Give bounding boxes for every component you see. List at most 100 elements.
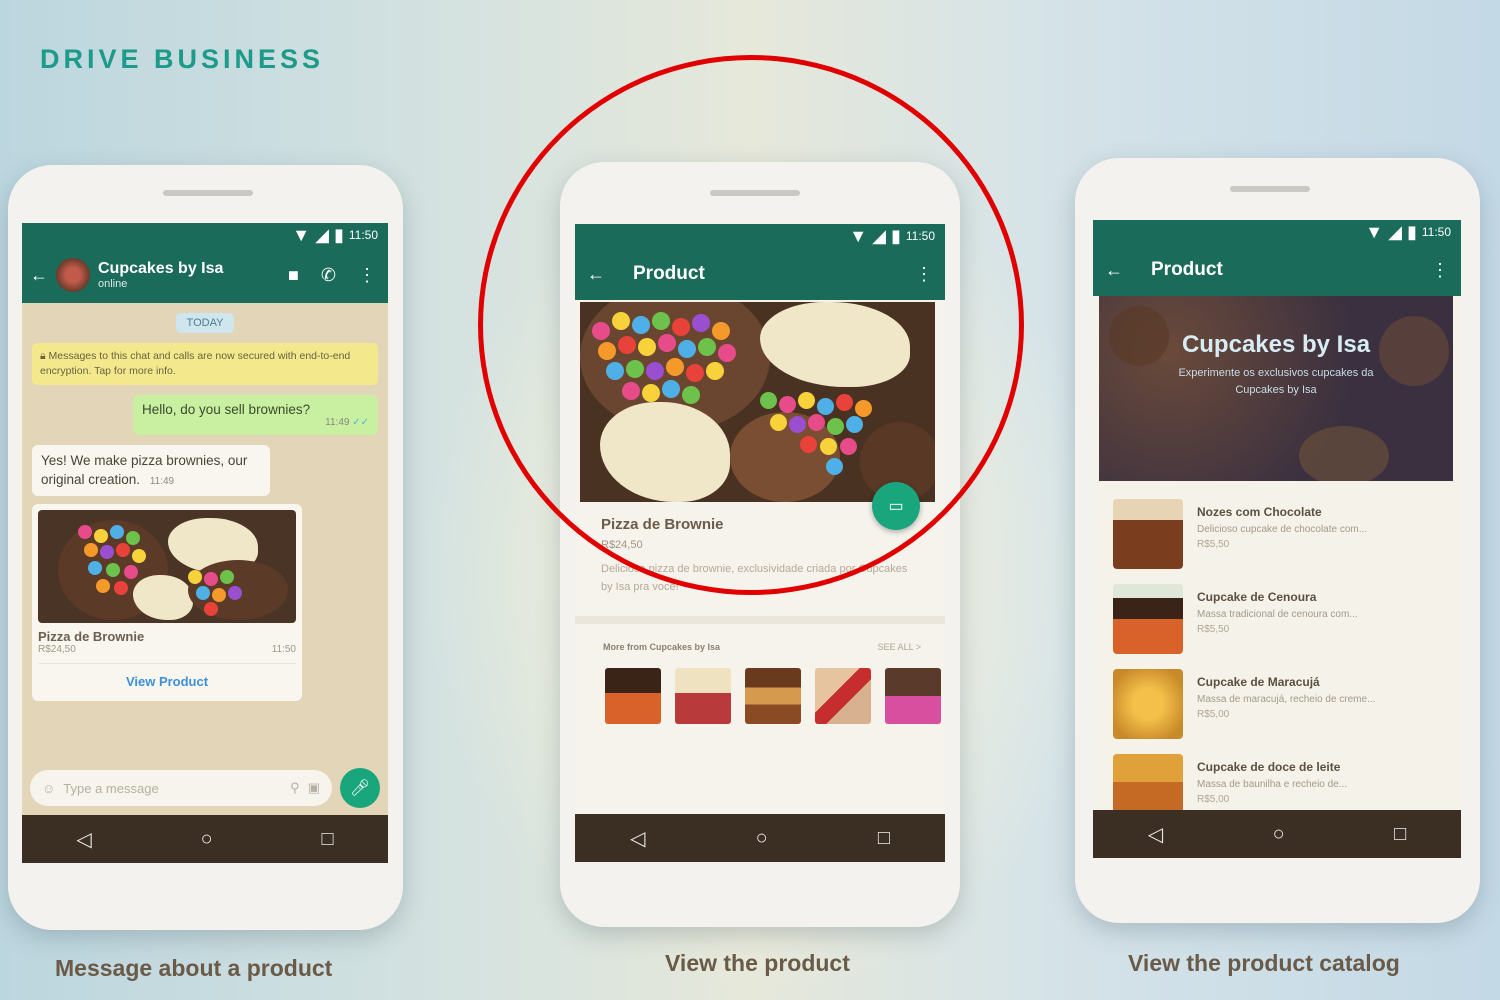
divider bbox=[575, 616, 945, 625]
nav-home-icon[interactable]: ○ bbox=[1273, 823, 1285, 846]
android-nav-bar: ◁ ○ □ bbox=[22, 815, 388, 863]
message-input[interactable]: ☺ Type a message ⚲ ▣ bbox=[30, 770, 332, 806]
more-from-label: More from Cupcakes by Isa bbox=[603, 642, 721, 653]
product-message-card[interactable]: Pizza de Brownie R$24,50 11:50 View Prod… bbox=[32, 503, 302, 701]
product-time: 11:50 bbox=[271, 643, 296, 655]
phone-speaker bbox=[1230, 186, 1310, 192]
more-options-icon[interactable]: ⋮ bbox=[358, 266, 376, 284]
signal-icon: ◢ bbox=[1388, 222, 1402, 242]
avatar[interactable] bbox=[56, 258, 90, 292]
mic-button[interactable]: 🎤︎ bbox=[340, 768, 380, 808]
nav-recents-icon[interactable]: □ bbox=[878, 827, 890, 850]
encryption-notice[interactable]: 🔒︎ Messages to this chat and calls are n… bbox=[32, 343, 378, 386]
phone-call-icon[interactable]: ✆ bbox=[321, 266, 336, 284]
highlight-circle bbox=[478, 55, 1024, 595]
chat-screen: ▼ ◢ ▮ 11:50 ← Cupcakes by Isa online ■ ✆… bbox=[22, 223, 388, 863]
status-bar: ▼ ◢ ▮ 11:50 bbox=[22, 223, 388, 247]
message-placeholder: Type a message bbox=[63, 780, 159, 796]
more-product-thumb[interactable] bbox=[885, 668, 941, 725]
battery-icon: ▮ bbox=[333, 225, 344, 245]
more-product-thumb[interactable] bbox=[745, 668, 801, 725]
nav-back-icon[interactable]: ◁ bbox=[76, 827, 91, 852]
catalog-item-name: Nozes com Chocolate bbox=[1197, 505, 1322, 519]
catalog-item-desc: Massa de baunilha e recheio de... bbox=[1197, 779, 1348, 790]
more-product-thumb[interactable] bbox=[675, 668, 731, 725]
catalog-item-name: Cupcake de doce de leite bbox=[1197, 760, 1341, 774]
nav-recents-icon[interactable]: □ bbox=[321, 828, 333, 851]
store-banner: Cupcakes by Isa Experimente os exclusivo… bbox=[1099, 296, 1453, 481]
catalog-item-name: Cupcake de Cenoura bbox=[1197, 590, 1317, 604]
attach-icon[interactable]: ⚲ bbox=[290, 780, 300, 796]
more-product-thumb[interactable] bbox=[605, 668, 661, 725]
nav-recents-icon[interactable]: □ bbox=[1394, 823, 1406, 846]
catalog-header: ← Product ⋮ bbox=[1093, 244, 1461, 296]
phone-speaker bbox=[163, 190, 253, 196]
android-nav-bar: ◁ ○ □ bbox=[575, 814, 945, 862]
outgoing-time: 11:49 bbox=[325, 417, 350, 429]
incoming-text: Yes! We make pizza brownies, our origina… bbox=[41, 453, 248, 487]
encryption-text: Messages to this chat and calls are now … bbox=[40, 350, 351, 378]
emoji-icon[interactable]: ☺ bbox=[42, 781, 55, 796]
nav-home-icon[interactable]: ○ bbox=[201, 828, 213, 851]
catalog-item-image bbox=[1113, 499, 1183, 569]
mic-icon: 🎤︎ bbox=[349, 780, 371, 797]
back-arrow-icon[interactable]: ← bbox=[30, 266, 48, 284]
phone-chat: ▼ ◢ ▮ 11:50 ← Cupcakes by Isa online ■ ✆… bbox=[8, 165, 403, 930]
catalog-item-image bbox=[1113, 669, 1183, 739]
contact-name[interactable]: Cupcakes by Isa bbox=[98, 260, 280, 278]
android-nav-bar: ◁ ○ □ bbox=[1093, 810, 1461, 858]
catalog-item-price: R$5,00 bbox=[1197, 794, 1230, 805]
see-all-link[interactable]: SEE ALL > bbox=[878, 642, 921, 652]
catalog-item-desc: Massa de maracujá, recheio de creme... bbox=[1197, 694, 1376, 705]
outgoing-text: Hello, do you sell brownies? bbox=[142, 402, 311, 418]
catalog-item-price: R$5,50 bbox=[1197, 539, 1230, 550]
nav-back-icon[interactable]: ◁ bbox=[1148, 822, 1163, 847]
chat-header: ← Cupcakes by Isa online ■ ✆ ⋮ bbox=[22, 247, 388, 303]
catalog-item-image bbox=[1113, 584, 1183, 654]
chat-area: TODAY 🔒︎ Messages to this chat and calls… bbox=[22, 303, 388, 815]
wifi-icon: ▼ bbox=[1365, 222, 1384, 242]
catalog-list: Nozes com Chocolate Delicioso cupcake de… bbox=[1093, 481, 1461, 829]
message-input-bar: ☺ Type a message ⚲ ▣ 🎤︎ bbox=[30, 768, 380, 808]
store-tagline: Experimente os exclusivos cupcakes da Cu… bbox=[1178, 367, 1374, 396]
catalog-item[interactable]: Cupcake de Cenoura Massa tradicional de … bbox=[1093, 574, 1461, 659]
read-receipt-icon: ✓✓ bbox=[352, 417, 369, 429]
incoming-message: Yes! We make pizza brownies, our origina… bbox=[32, 445, 270, 496]
lock-icon: 🔒︎ bbox=[40, 350, 49, 362]
more-products-strip bbox=[575, 652, 945, 725]
outgoing-message: Hello, do you sell brownies? 11:49 ✓✓ bbox=[133, 395, 378, 436]
catalog-item[interactable]: Cupcake de Maracujá Massa de maracujá, r… bbox=[1093, 659, 1461, 744]
status-bar: ▼ ◢ ▮ 11:50 bbox=[1093, 220, 1461, 244]
date-chip: TODAY bbox=[176, 313, 234, 333]
camera-icon[interactable]: ▣ bbox=[308, 780, 320, 796]
incoming-time: 11:49 bbox=[149, 475, 175, 487]
catalog-item-desc: Massa tradicional de cenoura com... bbox=[1197, 609, 1358, 620]
product-thumbnail-image[interactable] bbox=[38, 509, 296, 623]
more-options-icon[interactable]: ⋮ bbox=[1431, 261, 1449, 279]
product-price: R$24,50 bbox=[38, 643, 76, 655]
video-call-icon[interactable]: ■ bbox=[288, 266, 299, 284]
caption-view-product: View the product bbox=[665, 950, 850, 976]
appbar-title: Product bbox=[1151, 259, 1223, 280]
more-product-thumb[interactable] bbox=[815, 668, 871, 725]
caption-view-product-catalog: View the product catalog bbox=[1128, 950, 1400, 976]
catalog-item[interactable]: Nozes com Chocolate Delicioso cupcake de… bbox=[1093, 489, 1461, 574]
battery-icon: ▮ bbox=[1406, 222, 1417, 242]
page-title: DRIVE BUSINESS bbox=[40, 44, 325, 74]
catalog-item-price: R$5,50 bbox=[1197, 624, 1230, 635]
nav-home-icon[interactable]: ○ bbox=[756, 827, 768, 850]
back-arrow-icon[interactable]: ← bbox=[1105, 261, 1123, 279]
status-time: 11:50 bbox=[348, 228, 378, 242]
catalog-item-name: Cupcake de Maracujá bbox=[1197, 675, 1320, 689]
view-product-button[interactable]: View Product bbox=[38, 662, 296, 695]
catalog-screen: ▼ ◢ ▮ 11:50 ← Product ⋮ Cupcakes by Isa … bbox=[1093, 220, 1461, 858]
signal-icon: ◢ bbox=[315, 225, 329, 245]
status-time: 11:50 bbox=[1421, 225, 1451, 239]
catalog-item-desc: Delicioso cupcake de chocolate com... bbox=[1197, 524, 1368, 535]
product-name: Pizza de Brownie bbox=[38, 628, 145, 644]
store-name: Cupcakes by Isa bbox=[1181, 331, 1371, 358]
wifi-icon: ▼ bbox=[292, 225, 311, 245]
catalog-item-price: R$5,00 bbox=[1197, 709, 1230, 720]
caption-message-about-product: Message about a product bbox=[55, 955, 333, 981]
nav-back-icon[interactable]: ◁ bbox=[630, 826, 645, 851]
